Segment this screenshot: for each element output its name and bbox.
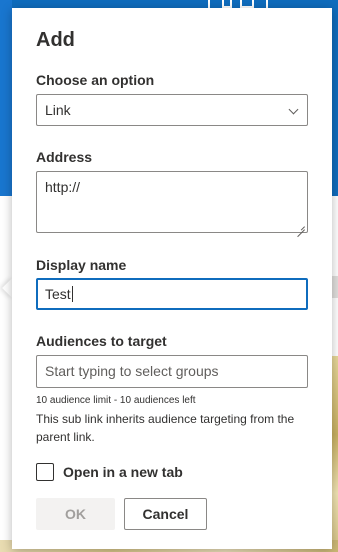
- cancel-button[interactable]: Cancel: [124, 498, 207, 530]
- option-selected-value: Link: [45, 102, 71, 118]
- display-name-input[interactable]: Test: [36, 278, 308, 310]
- new-tab-option[interactable]: Open in a new tab: [36, 462, 183, 482]
- address-value: http://: [45, 179, 81, 195]
- option-label: Choose an option: [36, 72, 155, 88]
- new-tab-label[interactable]: Open in a new tab: [63, 464, 183, 480]
- address-label: Address: [36, 149, 93, 165]
- audience-limit-text: 10 audience limit - 10 audiences left: [36, 395, 196, 406]
- audiences-input[interactable]: Start typing to select groups: [36, 355, 308, 388]
- address-textarea[interactable]: http://: [36, 171, 308, 233]
- dialog-title: Add: [36, 29, 75, 51]
- text-caret: [71, 286, 73, 302]
- background-header-edge: [0, 0, 12, 196]
- chevron-down-icon: [288, 104, 299, 115]
- display-name-value: Test: [45, 286, 71, 302]
- background-page-left: [0, 196, 12, 552]
- background-tab-stub: [332, 276, 338, 298]
- audiences-label: Audiences to target: [36, 333, 167, 349]
- ok-button[interactable]: OK: [36, 498, 115, 530]
- background-image-right: [332, 356, 338, 552]
- audiences-placeholder: Start typing to select groups: [45, 363, 219, 379]
- option-dropdown[interactable]: Link: [36, 94, 308, 126]
- add-link-dialog: Add Choose an option Link Address http:/…: [12, 8, 332, 549]
- audience-inherit-text: This sub link inherits audience targetin…: [36, 412, 295, 444]
- display-name-label: Display name: [36, 257, 127, 273]
- resize-grip-icon[interactable]: [297, 222, 305, 230]
- new-tab-checkbox[interactable]: [36, 463, 54, 481]
